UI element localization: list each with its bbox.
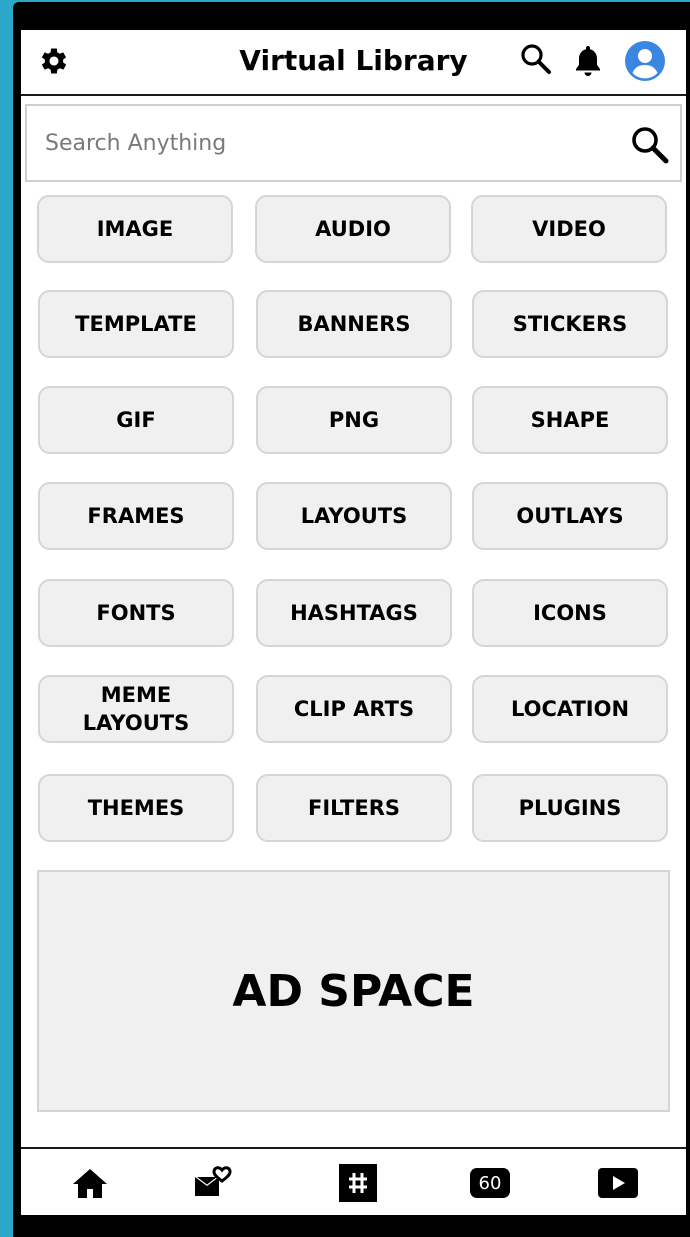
category-image-button[interactable]: IMAGE <box>37 195 233 263</box>
category-gif-button[interactable]: GIF <box>38 386 234 454</box>
category-video-button[interactable]: VIDEO <box>471 195 667 263</box>
category-frames-button[interactable]: FRAMES <box>38 482 234 550</box>
category-layouts-button[interactable]: LAYOUTS <box>256 482 452 550</box>
sixty-badge-label: 60 <box>470 1168 510 1198</box>
user-avatar-icon[interactable] <box>624 40 666 86</box>
app-header: Virtual Library <box>21 30 686 96</box>
category-themes-button[interactable]: THEMES <box>38 774 234 842</box>
search-input[interactable] <box>45 128 585 158</box>
category-plugins-button[interactable]: PLUGINS <box>472 774 668 842</box>
category-png-button[interactable]: PNG <box>256 386 452 454</box>
category-shape-button[interactable]: SHAPE <box>472 386 668 454</box>
sixty-badge[interactable]: 60 <box>468 1163 512 1203</box>
category-hashtags-button[interactable]: HASHTAGS <box>256 579 452 647</box>
category-meme-layouts-button[interactable]: MEME LAYOUTS <box>38 675 234 743</box>
category-icons-button[interactable]: ICONS <box>472 579 668 647</box>
search-bar <box>25 104 682 182</box>
category-stickers-button[interactable]: STICKERS <box>472 290 668 358</box>
hashtag-icon[interactable] <box>336 1163 380 1203</box>
search-submit-icon[interactable] <box>628 123 672 171</box>
home-icon[interactable] <box>68 1163 112 1203</box>
category-clip-arts-button[interactable]: CLIP ARTS <box>256 675 452 743</box>
search-icon[interactable] <box>518 41 554 81</box>
bottom-nav: 60 <box>21 1147 686 1215</box>
category-location-button[interactable]: LOCATION <box>472 675 668 743</box>
play-icon[interactable] <box>596 1163 640 1203</box>
category-fonts-button[interactable]: FONTS <box>38 579 234 647</box>
category-banners-button[interactable]: BANNERS <box>256 290 452 358</box>
mail-heart-icon[interactable] <box>190 1163 234 1203</box>
ad-space: AD SPACE <box>37 870 670 1112</box>
app-screen: Virtual Library Search Anything IMAGE AU… <box>21 30 686 1215</box>
bell-icon[interactable] <box>572 42 604 82</box>
category-template-button[interactable]: TEMPLATE <box>38 290 234 358</box>
category-filters-button[interactable]: FILTERS <box>256 774 452 842</box>
category-audio-button[interactable]: AUDIO <box>255 195 451 263</box>
category-outlays-button[interactable]: OUTLAYS <box>472 482 668 550</box>
